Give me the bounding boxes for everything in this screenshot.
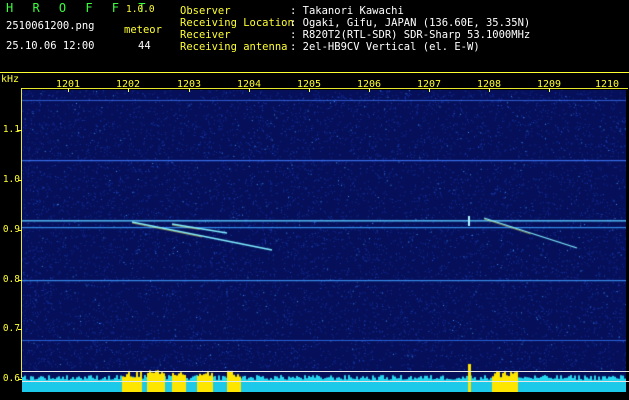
- x-tick-mark: [189, 88, 190, 92]
- info-value-antenna: : 2el-HB9CV Vertical (el. E-W): [290, 41, 480, 53]
- level-line-lower: [22, 381, 629, 382]
- x-tick-mark: [128, 88, 129, 92]
- info-key-antenna: Receiving antenna: [180, 41, 288, 53]
- app-version: 1.0.0: [126, 4, 155, 15]
- y-tick-mark: [18, 180, 22, 181]
- y-axis-unit: kHz: [1, 74, 20, 85]
- x-tick-mark: [549, 88, 550, 92]
- meteor-count: 44: [138, 40, 151, 52]
- x-tick-mark: [68, 88, 69, 92]
- x-tick-mark: [369, 88, 370, 92]
- y-tick-mark: [18, 230, 22, 231]
- header-divider: [0, 72, 629, 73]
- filename: 2510061200.png: [6, 20, 95, 32]
- meteor-label: meteor: [124, 24, 162, 36]
- y-tick-mark: [18, 130, 22, 131]
- x-tick-mark: [249, 88, 250, 92]
- axis-top-line: [21, 88, 628, 89]
- x-tick-mark: [309, 88, 310, 92]
- y-tick-mark: [18, 280, 22, 281]
- spectrogram-canvas: [22, 90, 626, 392]
- spectrogram-plot: [22, 90, 626, 392]
- axis-left-line: [21, 88, 22, 378]
- y-tick-mark: [18, 329, 22, 330]
- y-tick-mark: [18, 379, 22, 380]
- level-line-upper: [22, 371, 629, 372]
- datetime: 25.10.06 12:00: [6, 40, 95, 52]
- hrofft-window: H R O F F T 1.0.0 2510061200.png meteor …: [0, 0, 629, 400]
- x-tick-mark: [489, 88, 490, 92]
- x-tick-mark: [429, 88, 430, 92]
